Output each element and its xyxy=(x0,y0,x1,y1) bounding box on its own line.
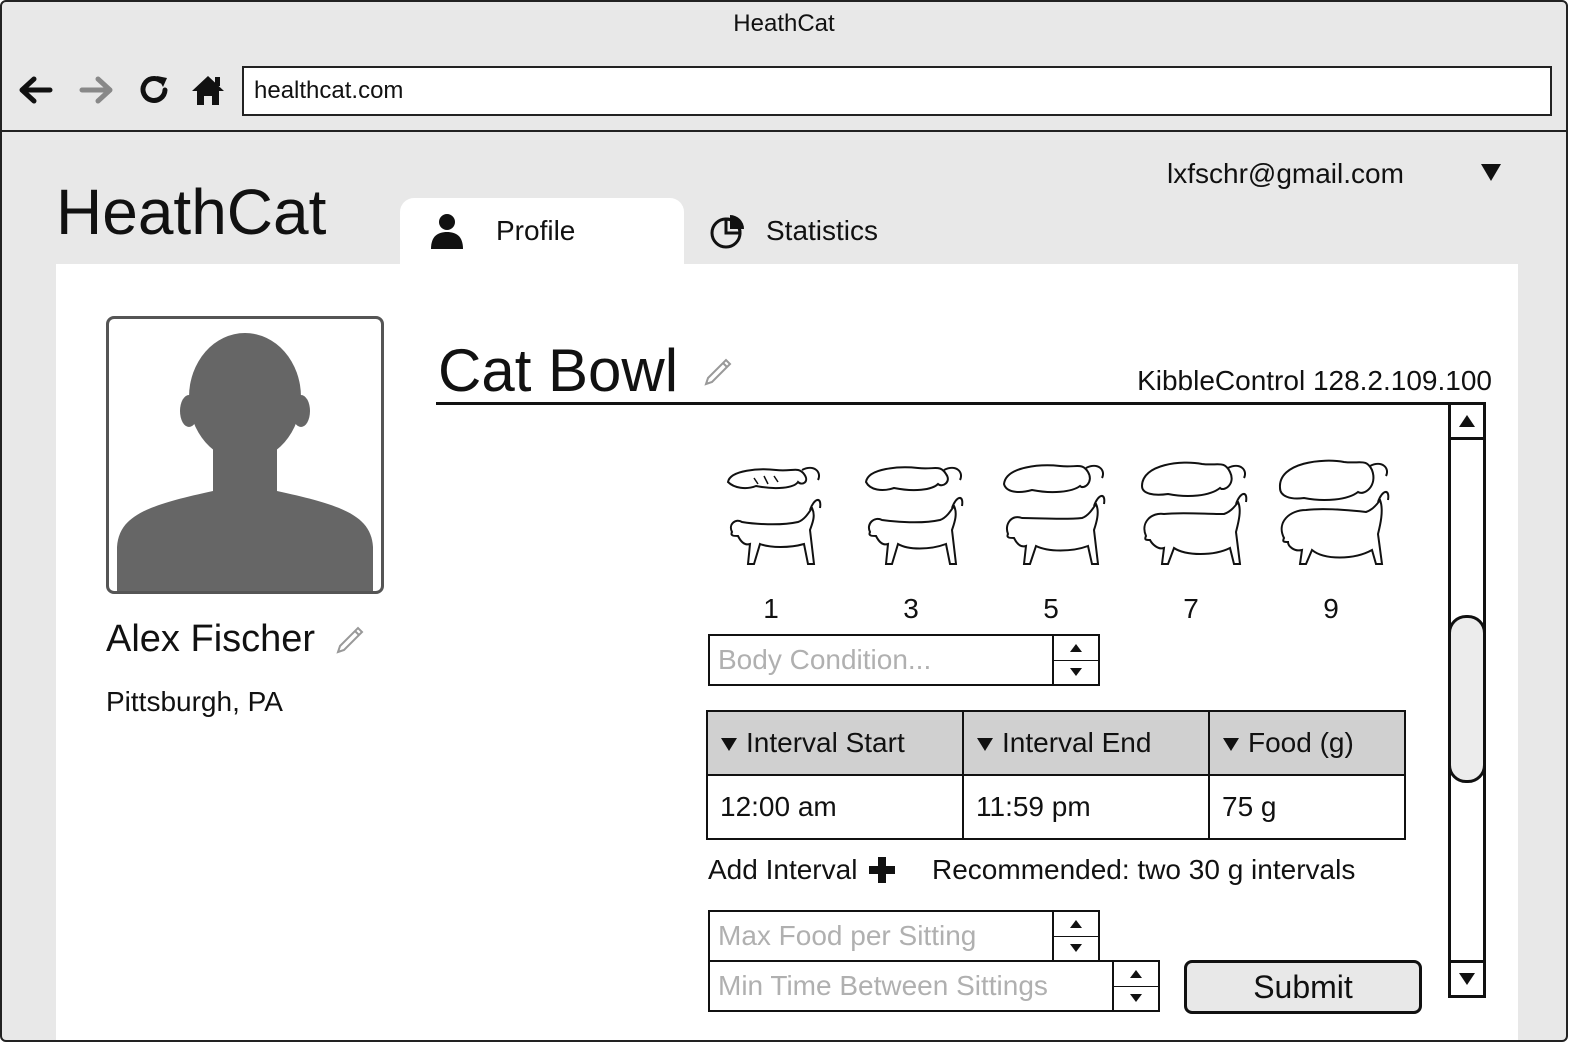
title-divider xyxy=(436,402,1486,405)
user-silhouette-icon xyxy=(117,333,373,591)
avatar[interactable] xyxy=(106,316,384,594)
add-interval-button[interactable]: Add Interval xyxy=(708,850,897,890)
spin-up-icon[interactable] xyxy=(1054,912,1098,937)
spin-down-icon[interactable] xyxy=(1054,936,1098,960)
cell-food[interactable]: 75 g xyxy=(1208,774,1406,840)
plus-icon xyxy=(867,855,897,885)
cat-lean-icon: 3 xyxy=(846,452,976,624)
sort-caret-icon xyxy=(720,727,738,759)
table-row[interactable]: 12:00 am 11:59 pm 75 g xyxy=(706,774,1406,840)
column-header-label: Interval End xyxy=(1002,727,1152,758)
column-header-interval-end[interactable]: Interval End xyxy=(962,710,1210,776)
sort-caret-icon xyxy=(976,727,994,759)
column-header-food[interactable]: Food (g) xyxy=(1208,710,1406,776)
tab-profile-label: Profile xyxy=(496,215,576,246)
body-condition-label: 1 xyxy=(763,593,779,624)
recommendation-text: Recommended: two 30 g intervals xyxy=(932,854,1356,885)
min-time-input[interactable] xyxy=(710,962,1114,1010)
body-condition-stepper[interactable] xyxy=(708,634,1100,686)
account-email[interactable]: lxfschr@gmail.com xyxy=(1167,156,1404,192)
cat-ideal-icon: 5 xyxy=(986,452,1116,624)
scrollbar[interactable] xyxy=(1448,402,1486,998)
app-logo: HeathCat xyxy=(56,176,327,248)
arrow-right-icon[interactable] xyxy=(76,70,116,110)
cat-heavy-icon: 7 xyxy=(1126,452,1256,624)
scrollbar-thumb[interactable] xyxy=(1448,615,1486,783)
scroll-down-arrow-icon[interactable] xyxy=(1451,960,1483,995)
user-icon xyxy=(424,208,470,254)
user-name: Alex Fischer xyxy=(106,618,316,660)
body-condition-label: 7 xyxy=(1183,593,1199,624)
submit-button[interactable]: Submit xyxy=(1184,960,1422,1014)
sort-caret-icon xyxy=(1222,727,1240,759)
min-time-stepper[interactable] xyxy=(708,960,1160,1012)
body-condition-label: 3 xyxy=(903,593,919,624)
browser-window: HeathCat healthcat.com HeathCat lxfschr@… xyxy=(0,0,1568,1042)
spin-up-icon[interactable] xyxy=(1114,962,1158,987)
scroll-up-arrow-icon[interactable] xyxy=(1451,405,1483,440)
device-address: KibbleControl 128.2.109.100 xyxy=(1137,365,1492,396)
tab-statistics-label: Statistics xyxy=(766,215,879,246)
cell-interval-start[interactable]: 12:00 am xyxy=(706,774,964,840)
spin-down-icon[interactable] xyxy=(1114,986,1158,1010)
body-condition-label: 9 xyxy=(1323,593,1339,624)
add-interval-label: Add Interval xyxy=(708,854,858,885)
cat-obese-icon: 9 xyxy=(1266,452,1396,624)
max-food-stepper[interactable] xyxy=(708,910,1100,962)
max-food-input[interactable] xyxy=(710,912,1054,960)
spin-buttons[interactable] xyxy=(1052,912,1098,960)
profile-panel: Alex Fischer Pittsburgh, PA Cat Bowl Kib… xyxy=(56,264,1518,1040)
body-condition-input[interactable] xyxy=(710,636,1054,684)
window-title: HeathCat xyxy=(733,10,835,37)
column-header-label: Food (g) xyxy=(1248,727,1354,758)
chevron-down-icon[interactable] xyxy=(1478,160,1504,189)
spin-buttons[interactable] xyxy=(1052,636,1098,684)
reload-icon[interactable] xyxy=(134,70,174,110)
cell-interval-end[interactable]: 11:59 pm xyxy=(962,774,1210,840)
spin-buttons[interactable] xyxy=(1112,962,1158,1010)
user-location: Pittsburgh, PA xyxy=(106,686,283,717)
spin-up-icon[interactable] xyxy=(1054,636,1098,661)
edit-pencil-icon[interactable] xyxy=(702,352,736,391)
page-content: HeathCat lxfschr@gmail.com Profile Stati… xyxy=(2,132,1566,1040)
spin-down-icon[interactable] xyxy=(1054,660,1098,684)
address-bar[interactable]: healthcat.com xyxy=(242,66,1552,116)
tab-profile[interactable]: Profile xyxy=(400,198,684,264)
column-header-label: Interval Start xyxy=(746,727,905,758)
tab-statistics[interactable]: Statistics xyxy=(702,198,962,264)
device-title: Cat Bowl xyxy=(438,337,679,404)
edit-pencil-icon[interactable] xyxy=(334,620,368,659)
cat-thin-icon: 1 xyxy=(706,452,836,624)
arrow-left-icon[interactable] xyxy=(16,70,56,110)
column-header-interval-start[interactable]: Interval Start xyxy=(706,710,964,776)
table-header-row: Interval Start Interval End Food (g) xyxy=(706,710,1406,776)
browser-toolbar: healthcat.com xyxy=(2,48,1566,132)
body-condition-label: 5 xyxy=(1043,593,1059,624)
pie-chart-icon xyxy=(704,208,750,254)
intervals-table: Interval Start Interval End Food (g) 12:… xyxy=(706,710,1406,840)
home-icon[interactable] xyxy=(188,70,228,110)
